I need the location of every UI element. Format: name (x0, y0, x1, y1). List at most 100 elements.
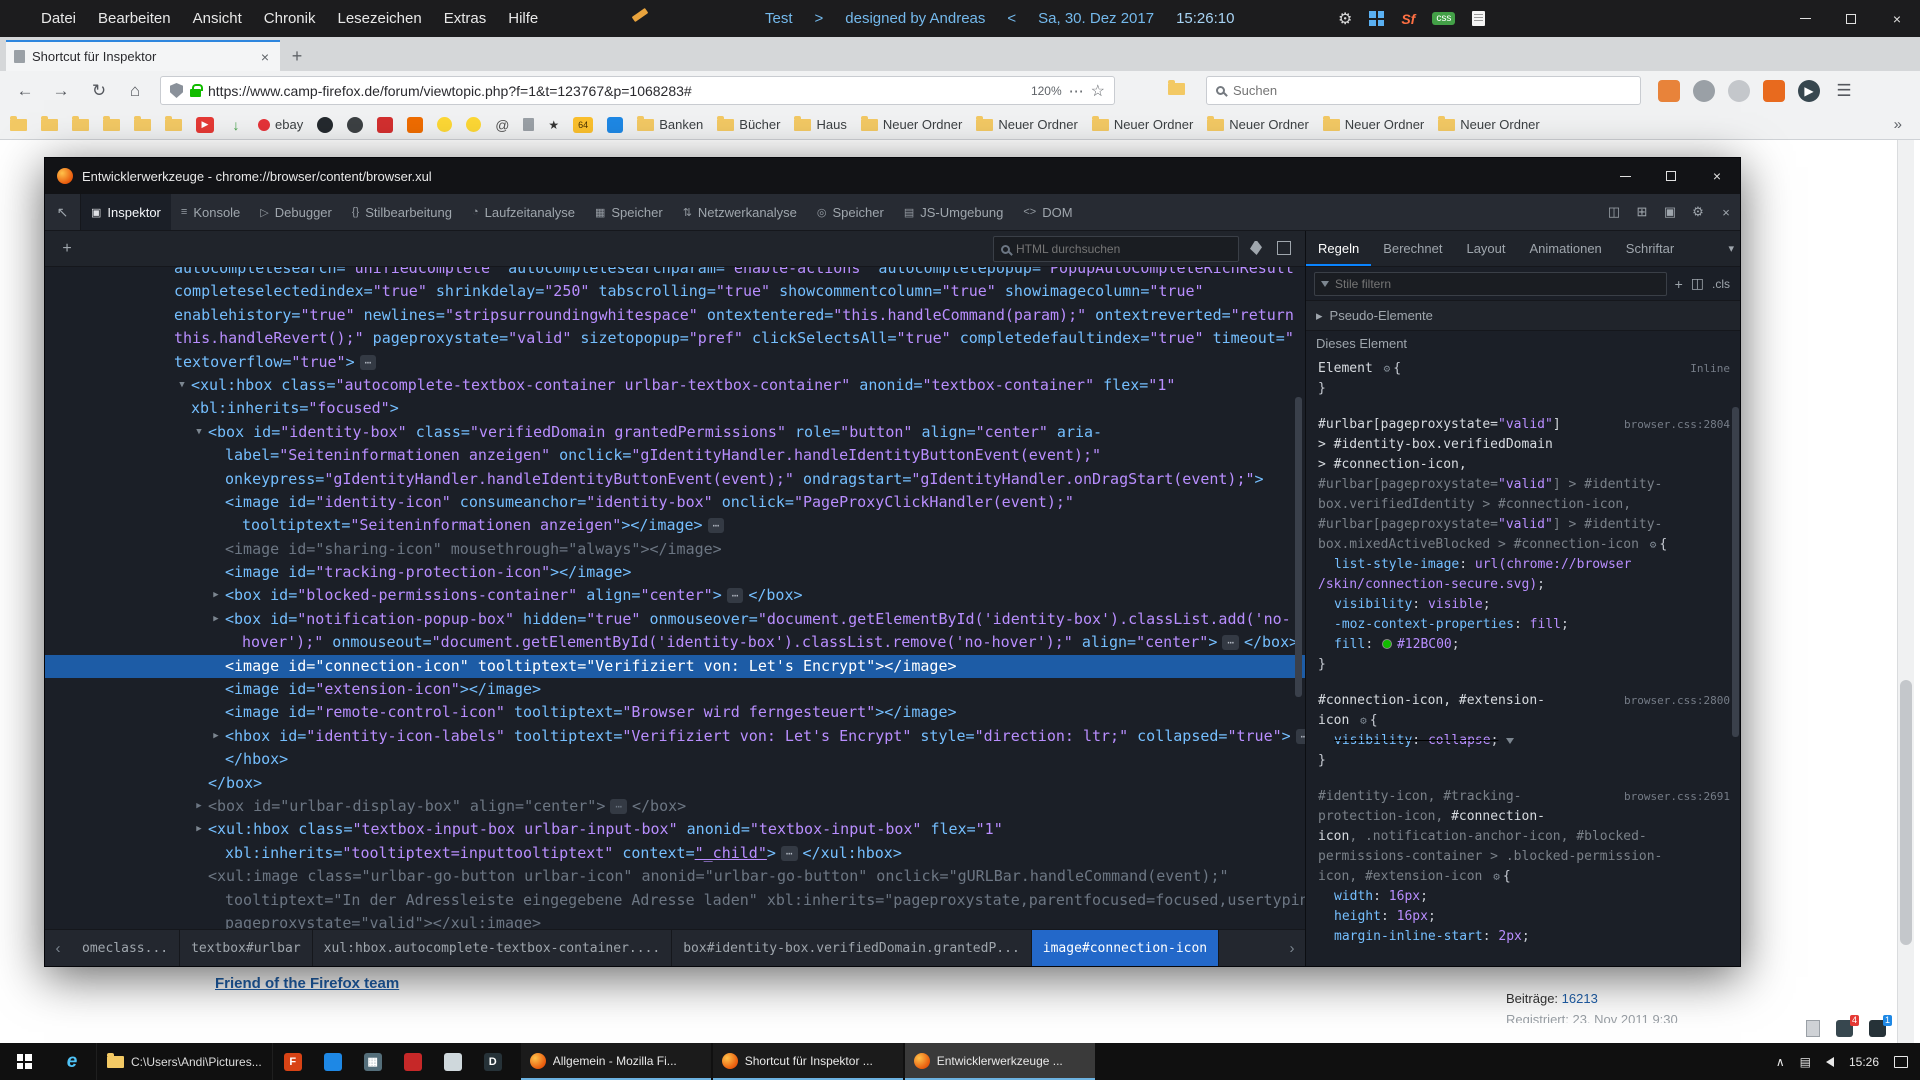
rule-line[interactable]: box.verifiedIdentity > #connection-icon, (1318, 495, 1730, 515)
rule-line[interactable]: icon, .notification-anchor-icon, #blocke… (1318, 827, 1730, 847)
forward-button[interactable]: → (44, 71, 78, 110)
speaker-icon[interactable] (1826, 1057, 1834, 1067)
zoom-level[interactable]: 120% (1031, 84, 1062, 98)
add-rule-icon[interactable]: + (1675, 276, 1683, 292)
rule-line[interactable]: #connection-icon, #extension-browser.css… (1318, 691, 1730, 711)
tools-icon[interactable] (1658, 80, 1680, 102)
star-bookmark-icon[interactable]: ★ (548, 118, 559, 132)
menu-item-extras[interactable]: Extras (433, 10, 498, 27)
tool-tab-laufzeitanalyse[interactable]: ◔Laufzeitanalyse (462, 194, 585, 230)
sidebar-tab-berechnet[interactable]: Berechnet (1371, 231, 1454, 266)
rule-line[interactable]: #urlbar[pageproxystate="valid"] > #ident… (1318, 475, 1730, 495)
tool-tab-js-umgebung[interactable]: ▤JS-Umgebung (894, 194, 1014, 230)
rule-line[interactable]: box.mixedActiveBlocked > #connection-ico… (1318, 535, 1730, 555)
github-icon[interactable] (317, 117, 333, 133)
rule-line[interactable]: #urlbar[pageproxystate="valid"]browser.c… (1318, 415, 1730, 435)
bookmark-folder-icon[interactable] (10, 119, 27, 131)
twisty-icon[interactable]: ▼ (192, 421, 206, 444)
bookmarks-overflow-chevron[interactable]: » (1894, 116, 1910, 133)
breadcrumb-scroll-left-icon[interactable]: ‹ (45, 940, 71, 957)
ellipsis-badge[interactable]: ⋯ (1296, 729, 1305, 744)
taskbar-app-red[interactable] (393, 1043, 433, 1080)
rule-line[interactable]: visibility: collapse; (1318, 731, 1730, 751)
markup-search-input[interactable] (1016, 242, 1231, 256)
tool-tab-konsole[interactable]: ≡Konsole (171, 194, 250, 230)
sidebar-tab-schriftar[interactable]: Schriftar (1614, 231, 1686, 266)
sf-logo-icon[interactable]: Sf (1401, 11, 1415, 27)
taskbar-app-gray[interactable] (433, 1043, 473, 1080)
tool-tab-netzwerkanalyse[interactable]: ⇅Netzwerkanalyse (673, 194, 807, 230)
proxy-icon[interactable] (1763, 80, 1785, 102)
element-picker-icon[interactable]: ↖ (45, 194, 81, 230)
library-folder-icon[interactable] (1168, 83, 1185, 95)
markup-line[interactable]: this.handleRevert();" pageproxystate="va… (45, 327, 1305, 350)
bookmark-folder[interactable]: Neuer Ordner (861, 117, 962, 132)
ellipsis-badge[interactable]: ⋯ (781, 846, 798, 861)
bookmark-folder-icon[interactable] (103, 119, 120, 131)
bookmark-folder[interactable]: Neuer Ordner (1207, 117, 1308, 132)
markup-line[interactable]: ▼<box id="identity-box" class="verifiedD… (45, 421, 1305, 444)
maximize-button[interactable] (1828, 0, 1874, 37)
tray-icon[interactable]: ▤ (1800, 1055, 1811, 1069)
markup-line[interactable]: ▶<box id="urlbar-display-box" align="cen… (45, 795, 1305, 818)
tray-chevron-icon[interactable]: ∧ (1776, 1055, 1785, 1069)
rule-line[interactable]: > #connection-icon, (1318, 455, 1730, 475)
stylesheet-origin-link[interactable]: Inline (1680, 359, 1730, 379)
page-scrollbar-thumb[interactable] (1900, 680, 1912, 945)
markup-line[interactable]: textoverflow="true">⋯ (45, 351, 1305, 374)
tracking-protection-shield-icon[interactable] (170, 83, 183, 98)
twisty-icon[interactable]: ▶ (209, 725, 223, 748)
bookmark-folder[interactable]: Bücher (717, 117, 780, 132)
edge-icon[interactable]: e (48, 1043, 96, 1080)
sidebar-tab-animationen[interactable]: Animationen (1518, 231, 1614, 266)
dock-side-icon[interactable]: ◫ (1600, 204, 1628, 220)
bookmark-folder[interactable]: Neuer Ordner (1323, 117, 1424, 132)
at-sign-icon[interactable]: @ (495, 117, 509, 133)
rule-line[interactable]: Element ⚙{Inline (1318, 359, 1730, 379)
notes-icon[interactable] (1472, 11, 1485, 26)
sidebar-tabs-dropdown-icon[interactable]: ▾ (1722, 231, 1740, 266)
markup-line[interactable]: <image id="identity-icon" consumeanchor=… (45, 491, 1305, 514)
devtools-settings-icon[interactable]: ⚙ (1684, 204, 1712, 220)
pen-icon[interactable] (632, 8, 649, 22)
rule-line[interactable]: visibility: visible; (1318, 595, 1730, 615)
dark-circle-icon[interactable] (347, 117, 363, 133)
home-button[interactable]: ⌂ (118, 71, 152, 110)
add-node-button[interactable]: + (55, 237, 79, 261)
markup-line[interactable]: <xul:image class="urlbar-go-button urlba… (45, 865, 1305, 888)
sidebar-scrollbar-thumb[interactable] (1732, 407, 1739, 737)
sidebar-tab-layout[interactable]: Layout (1454, 231, 1517, 266)
close-devtools-icon[interactable]: × (1712, 205, 1740, 220)
clock-icon[interactable] (1728, 80, 1750, 102)
rule-line[interactable]: icon ⚙{ (1318, 711, 1730, 731)
rules-filter-box[interactable] (1314, 272, 1667, 296)
rule-gear-icon[interactable]: ⚙ (1384, 362, 1391, 375)
markup-line[interactable]: completeselectedindex="true" shrinkdelay… (45, 280, 1305, 303)
tab-close-icon[interactable]: × (258, 49, 272, 65)
markup-scrollbar-thumb[interactable] (1295, 397, 1302, 697)
rule-line[interactable]: #urlbar[pageproxystate="valid"] > #ident… (1318, 515, 1730, 535)
twisty-icon[interactable]: ▶ (192, 818, 206, 841)
ellipsis-badge[interactable]: ⋯ (360, 355, 377, 370)
doc-bookmark-icon[interactable] (523, 118, 534, 131)
tool-tab-dom[interactable]: <>DOM (1013, 194, 1082, 230)
breadcrumb-item[interactable]: textbox#urlbar (180, 930, 313, 967)
markup-line[interactable]: xbl:inherits="focused"> (45, 397, 1305, 420)
screenshot-icon[interactable] (1277, 241, 1291, 255)
rule-line[interactable]: fill: #12BC00; (1318, 635, 1730, 655)
markup-line[interactable]: onkeypress="gIdentityHandler.handleIdent… (45, 468, 1305, 491)
explorer-path-button[interactable]: C:\Users\Andi\Pictures... (96, 1043, 273, 1080)
menu-item-chronik[interactable]: Chronik (253, 10, 327, 27)
devtools-titlebar[interactable]: Entwicklerwerkzeuge - chrome://browser/c… (45, 158, 1740, 194)
bookmark-folder[interactable]: Neuer Ordner (1438, 117, 1539, 132)
markup-line[interactable]: <image id="remote-control-icon" tooltipt… (45, 701, 1305, 724)
orange-app-icon[interactable] (407, 117, 423, 133)
sidebar-tab-regeln[interactable]: Regeln (1306, 231, 1371, 266)
sf-bookmark-icon[interactable] (377, 117, 393, 133)
bookmark-folder-icon[interactable] (134, 119, 151, 131)
tool-tab-speicher[interactable]: ◎Speicher (807, 194, 894, 230)
rule-line[interactable]: icon, #extension-icon ⚙{ (1318, 867, 1730, 887)
bookmark-folder-icon[interactable] (72, 119, 89, 131)
markup-line[interactable]: tooltiptext="In der Adressleiste eingege… (45, 889, 1305, 912)
taskbar-app-d[interactable]: D (473, 1043, 513, 1080)
